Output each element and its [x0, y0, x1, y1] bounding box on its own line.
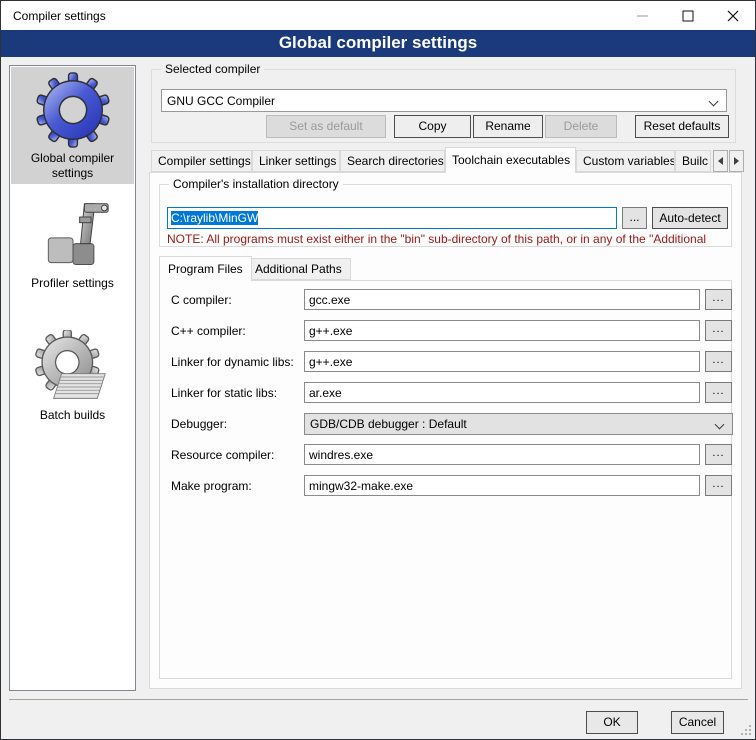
cpp-compiler-input[interactable]: [304, 320, 700, 341]
settings-category-list: Global compiler settings Profiler settin…: [9, 65, 136, 691]
resource-compiler-input[interactable]: [304, 444, 700, 465]
field-label: Make program:: [171, 475, 252, 497]
maximize-icon: [682, 10, 694, 22]
reset-defaults-button[interactable]: Reset defaults: [635, 115, 729, 138]
linker-static-browse-button[interactable]: ...: [705, 382, 732, 403]
copy-button[interactable]: Copy: [394, 115, 471, 138]
installation-directory-value: C:\raylib\MinGW: [171, 211, 258, 225]
installation-directory-input[interactable]: C:\raylib\MinGW: [167, 207, 617, 229]
field-label: C++ compiler:: [171, 320, 246, 342]
sidebar-item-label: Global compiler settings: [11, 151, 134, 181]
tab-linker-settings[interactable]: Linker settings: [252, 150, 340, 172]
field-label: Resource compiler:: [171, 444, 274, 466]
window-title: Compiler settings: [13, 9, 106, 23]
page-title: Global compiler settings: [1, 30, 755, 57]
make-program-input[interactable]: [304, 475, 700, 496]
compiler-settings-dialog: Compiler settings Global compiler settin…: [0, 0, 756, 740]
tab-custom-variables[interactable]: Custom variables: [576, 150, 675, 172]
chevron-down-icon: [709, 97, 719, 107]
field-row-debugger: Debugger: GDB/CDB debugger : Default: [159, 413, 732, 435]
tab-scroll-right-button[interactable]: [729, 150, 744, 172]
blue-gear-icon: [34, 71, 112, 149]
field-label: Debugger:: [171, 413, 227, 435]
field-row-cpp-compiler: C++ compiler: ...: [159, 320, 732, 342]
c-compiler-browse-button[interactable]: ...: [705, 289, 732, 310]
note-text: NOTE: All programs must exist either in …: [167, 232, 728, 246]
subtab-program-files[interactable]: Program Files: [159, 256, 252, 281]
footer-separator: [9, 699, 748, 700]
installation-directory-browse-button[interactable]: ...: [622, 207, 647, 229]
field-label: C compiler:: [171, 289, 232, 311]
minimize-icon: [637, 10, 649, 22]
field-row-linker-static: Linker for static libs: ...: [159, 382, 732, 404]
field-row-make-program: Make program: ...: [159, 475, 732, 497]
delete-button[interactable]: Delete: [545, 115, 617, 138]
tab-scroll-left-button[interactable]: [713, 150, 728, 172]
sidebar-item-label: Batch builds: [11, 408, 134, 423]
sidebar-item-profiler-settings[interactable]: Profiler settings: [11, 194, 134, 300]
resource-compiler-browse-button[interactable]: ...: [705, 444, 732, 465]
tab-search-directories[interactable]: Search directories: [340, 150, 445, 172]
linker-dynamic-browse-button[interactable]: ...: [705, 351, 732, 372]
titlebar: Compiler settings: [1, 1, 755, 30]
caliper-icon: [35, 198, 111, 274]
tab-scroll-left-icon: [718, 157, 723, 165]
make-program-browse-button[interactable]: ...: [705, 475, 732, 496]
sidebar-item-label: Profiler settings: [11, 276, 134, 291]
sidebar-item-batch-builds[interactable]: Batch builds: [11, 326, 134, 422]
compiler-select[interactable]: GNU GCC Compiler: [161, 89, 727, 112]
c-compiler-input[interactable]: [304, 289, 700, 310]
close-icon: [727, 10, 739, 22]
field-row-resource-compiler: Resource compiler: ...: [159, 444, 732, 466]
debugger-select-value: GDB/CDB debugger : Default: [310, 417, 467, 431]
ok-button[interactable]: OK: [586, 711, 638, 734]
field-row-c-compiler: C compiler: ...: [159, 289, 732, 311]
rename-button[interactable]: Rename: [473, 115, 543, 138]
cancel-button[interactable]: Cancel: [671, 711, 724, 734]
resize-grip[interactable]: [740, 724, 752, 736]
sidebar-item-global-compiler-settings[interactable]: Global compiler settings: [11, 67, 134, 184]
linker-static-input[interactable]: [304, 382, 700, 403]
auto-detect-button[interactable]: Auto-detect: [652, 207, 728, 229]
linker-dynamic-input[interactable]: [304, 351, 700, 372]
field-label: Linker for dynamic libs:: [171, 351, 294, 373]
tab-build-options-truncated[interactable]: Builc: [675, 150, 711, 172]
field-label: Linker for static libs:: [171, 382, 277, 404]
gray-gear-stack-icon: [35, 330, 111, 406]
chevron-down-icon: [715, 420, 725, 430]
installation-directory-group-label: Compiler's installation directory: [169, 177, 343, 191]
tab-toolchain-executables[interactable]: Toolchain executables: [445, 147, 576, 173]
cpp-compiler-browse-button[interactable]: ...: [705, 320, 732, 341]
subtab-additional-paths[interactable]: Additional Paths: [246, 258, 351, 280]
selected-compiler-group-label: Selected compiler: [161, 62, 264, 76]
compiler-select-value: GNU GCC Compiler: [167, 94, 275, 108]
debugger-select[interactable]: GDB/CDB debugger : Default: [304, 413, 733, 435]
tab-compiler-settings[interactable]: Compiler settings: [151, 150, 252, 172]
set-as-default-button[interactable]: Set as default: [266, 115, 386, 138]
close-button[interactable]: [710, 1, 755, 30]
tab-scroll-right-icon: [734, 157, 739, 165]
minimize-button[interactable]: [620, 1, 665, 30]
field-row-linker-dynamic: Linker for dynamic libs: ...: [159, 351, 732, 373]
maximize-button[interactable]: [665, 1, 710, 30]
